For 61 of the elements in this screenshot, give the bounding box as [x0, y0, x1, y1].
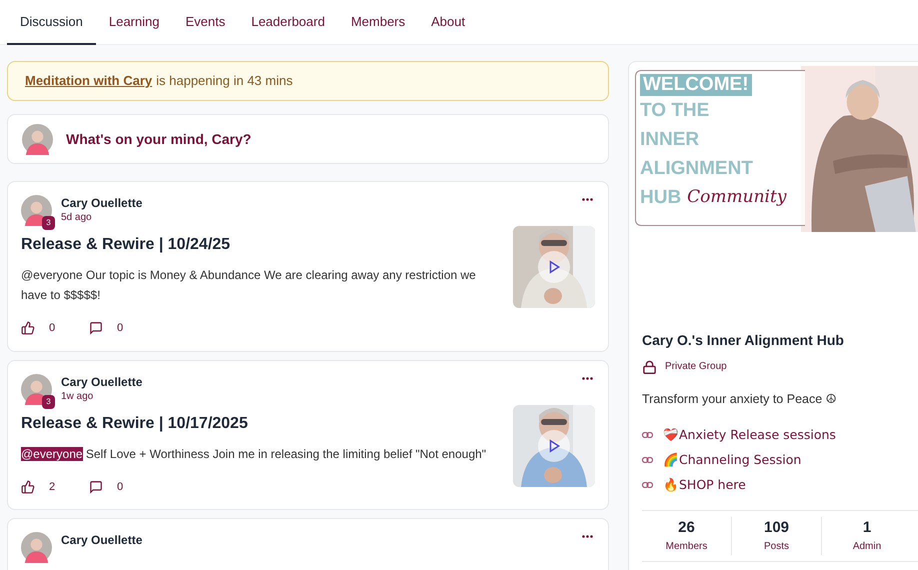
- banner-line: INNER: [640, 128, 700, 152]
- play-button[interactable]: [538, 251, 570, 283]
- banner-line: ALIGNMENT: [640, 157, 754, 181]
- avatar: [21, 374, 52, 404]
- comment-button[interactable]: 0: [89, 320, 124, 336]
- banner-line: HUB: [640, 186, 682, 210]
- more-icon: [582, 535, 593, 538]
- more-menu-button[interactable]: [580, 533, 595, 540]
- group-link[interactable]: 🌈Channeling Session: [663, 450, 802, 469]
- stat-button[interactable]: 109 Posts: [732, 516, 822, 555]
- nav-tab[interactable]: Leaderboard: [238, 0, 338, 45]
- comment-icon: [89, 321, 103, 336]
- play-button[interactable]: [538, 430, 570, 462]
- link-icon: [642, 482, 653, 488]
- post-prompt[interactable]: What's on your mind, Cary?: [66, 128, 252, 150]
- level-badge: 3: [42, 394, 55, 408]
- comment-icon: [89, 480, 103, 494]
- post-body: @everyone Self Love + Worthiness Join me in releasing the limiting belief "Not enough": [21, 446, 488, 462]
- post-time: 5d ago: [61, 211, 93, 225]
- stat-button[interactable]: 26 Members: [642, 516, 732, 555]
- nav-tab[interactable]: Learning: [96, 0, 172, 45]
- play-icon: [547, 260, 561, 274]
- post-title[interactable]: Release & Rewire | 10/17/2025: [21, 412, 493, 436]
- more-menu-button[interactable]: [580, 374, 595, 382]
- post-body: @everyone Our topic is Money & Abundance We are clearing away any restriction we have to $$$$$!: [21, 267, 477, 304]
- link-icon: [642, 432, 653, 438]
- group-link[interactable]: ❤‍🩹Anxiety Release sessions: [663, 426, 836, 444]
- alert-text: is happening in 43 mins: [156, 72, 293, 90]
- comment-button[interactable]: 0: [89, 478, 124, 495]
- more-icon: [582, 198, 593, 201]
- more-menu-button[interactable]: [580, 196, 595, 203]
- thumbs-up-icon: [21, 321, 35, 336]
- thumbs-up-icon: [21, 480, 35, 494]
- post-title[interactable]: Release & Rewire | 10/24/25: [21, 233, 493, 257]
- group-link[interactable]: 🔥SHOP here: [663, 476, 746, 494]
- like-button[interactable]: 0: [21, 320, 89, 336]
- banner-welcome: WELCOME!: [640, 74, 752, 96]
- nav-tab[interactable]: About: [418, 0, 478, 45]
- avatar: [21, 195, 52, 226]
- lock-icon: [642, 360, 657, 374]
- link-icon: [642, 456, 653, 463]
- avatar: [21, 532, 52, 563]
- nav-tab[interactable]: Discussion: [7, 0, 96, 45]
- nav-tab[interactable]: Members: [338, 0, 418, 45]
- avatar: [22, 124, 53, 154]
- author-name[interactable]: Cary Ouellette: [61, 195, 571, 211]
- banner-script: Community: [687, 186, 786, 209]
- author-name[interactable]: Cary Ouellette: [61, 532, 571, 548]
- more-icon: [582, 376, 593, 380]
- event-link[interactable]: Meditation with Cary: [25, 71, 152, 91]
- group-name: Cary O.'s Inner Alignment Hub: [642, 331, 845, 350]
- like-button[interactable]: 2: [21, 478, 89, 495]
- stat-button[interactable]: 1 Admin: [822, 516, 912, 555]
- group-description: Transform your anxiety to Peace ☮: [642, 391, 839, 408]
- nav-tab[interactable]: Events: [172, 0, 238, 45]
- author-name[interactable]: Cary Ouellette: [61, 374, 571, 390]
- banner-line: TO THE: [640, 99, 710, 123]
- post-time: 1w ago: [61, 390, 94, 404]
- privacy-label: Private Group: [665, 360, 727, 374]
- level-badge: 3: [42, 216, 55, 230]
- play-icon: [547, 438, 561, 452]
